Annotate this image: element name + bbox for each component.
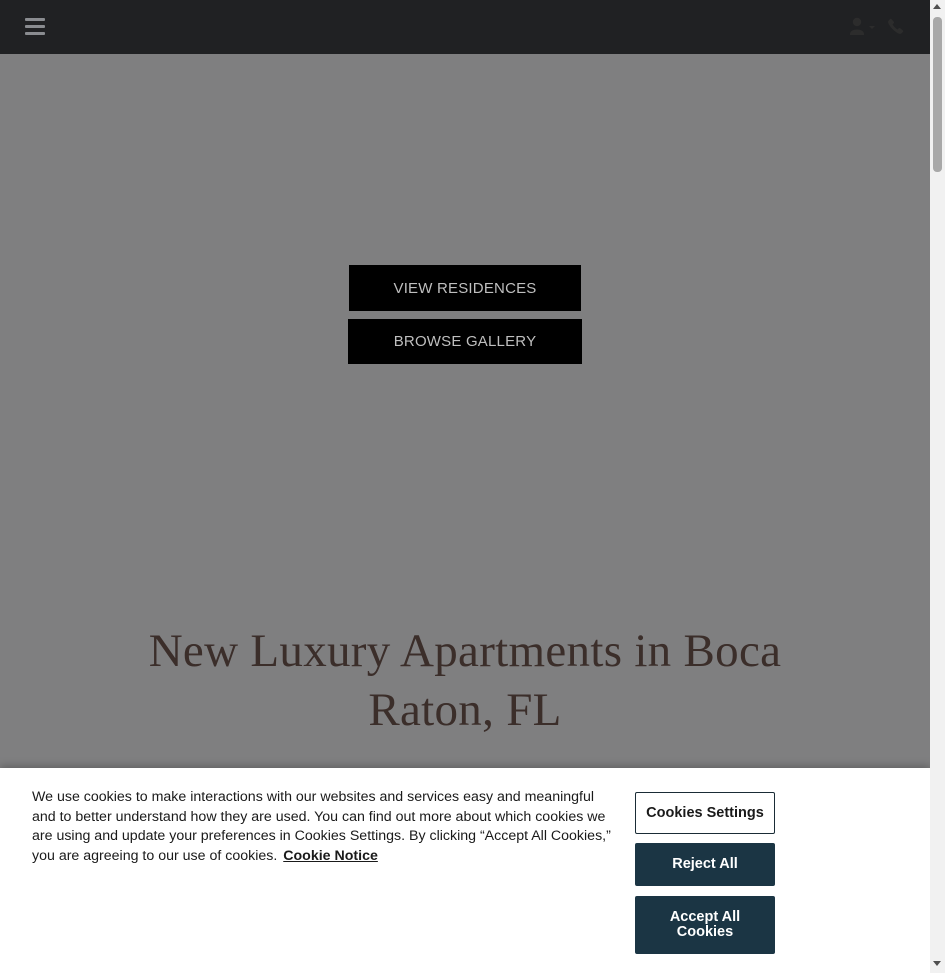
view-residences-button[interactable]: VIEW RESIDENCES (349, 265, 581, 311)
accept-all-cookies-button[interactable]: Accept All Cookies (635, 896, 775, 954)
reject-all-button[interactable]: Reject All (635, 843, 775, 886)
vertical-scrollbar[interactable] (930, 0, 945, 973)
browse-gallery-button[interactable]: BROWSE GALLERY (348, 319, 582, 364)
cookie-consent-banner: We use cookies to make interactions with… (0, 768, 930, 973)
phone-icon (888, 18, 904, 34)
cookie-notice-link[interactable]: Cookie Notice (283, 848, 378, 864)
hamburger-menu-icon[interactable] (25, 18, 45, 35)
headline-line-1: New Luxury Apartments in Boca (148, 625, 782, 677)
cookies-settings-button[interactable]: Cookies Settings (635, 792, 775, 834)
top-navbar (0, 0, 930, 54)
caret-down-icon (869, 26, 875, 29)
user-icon (850, 17, 875, 35)
user-menu-dropdown[interactable] (849, 17, 879, 37)
page-headline: New Luxury Apartments in Boca Raton, FL (100, 622, 830, 740)
scroll-down-arrow-icon[interactable] (933, 961, 941, 966)
scrollbar-thumb[interactable] (933, 17, 942, 172)
headline-line-2: Raton, FL (368, 684, 562, 736)
page: VIEW RESIDENCES BROWSE GALLERY New Luxur… (0, 0, 930, 973)
scroll-up-arrow-icon[interactable] (933, 4, 941, 9)
cookie-message: We use cookies to make interactions with… (32, 788, 612, 866)
phone-button[interactable] (888, 17, 906, 37)
